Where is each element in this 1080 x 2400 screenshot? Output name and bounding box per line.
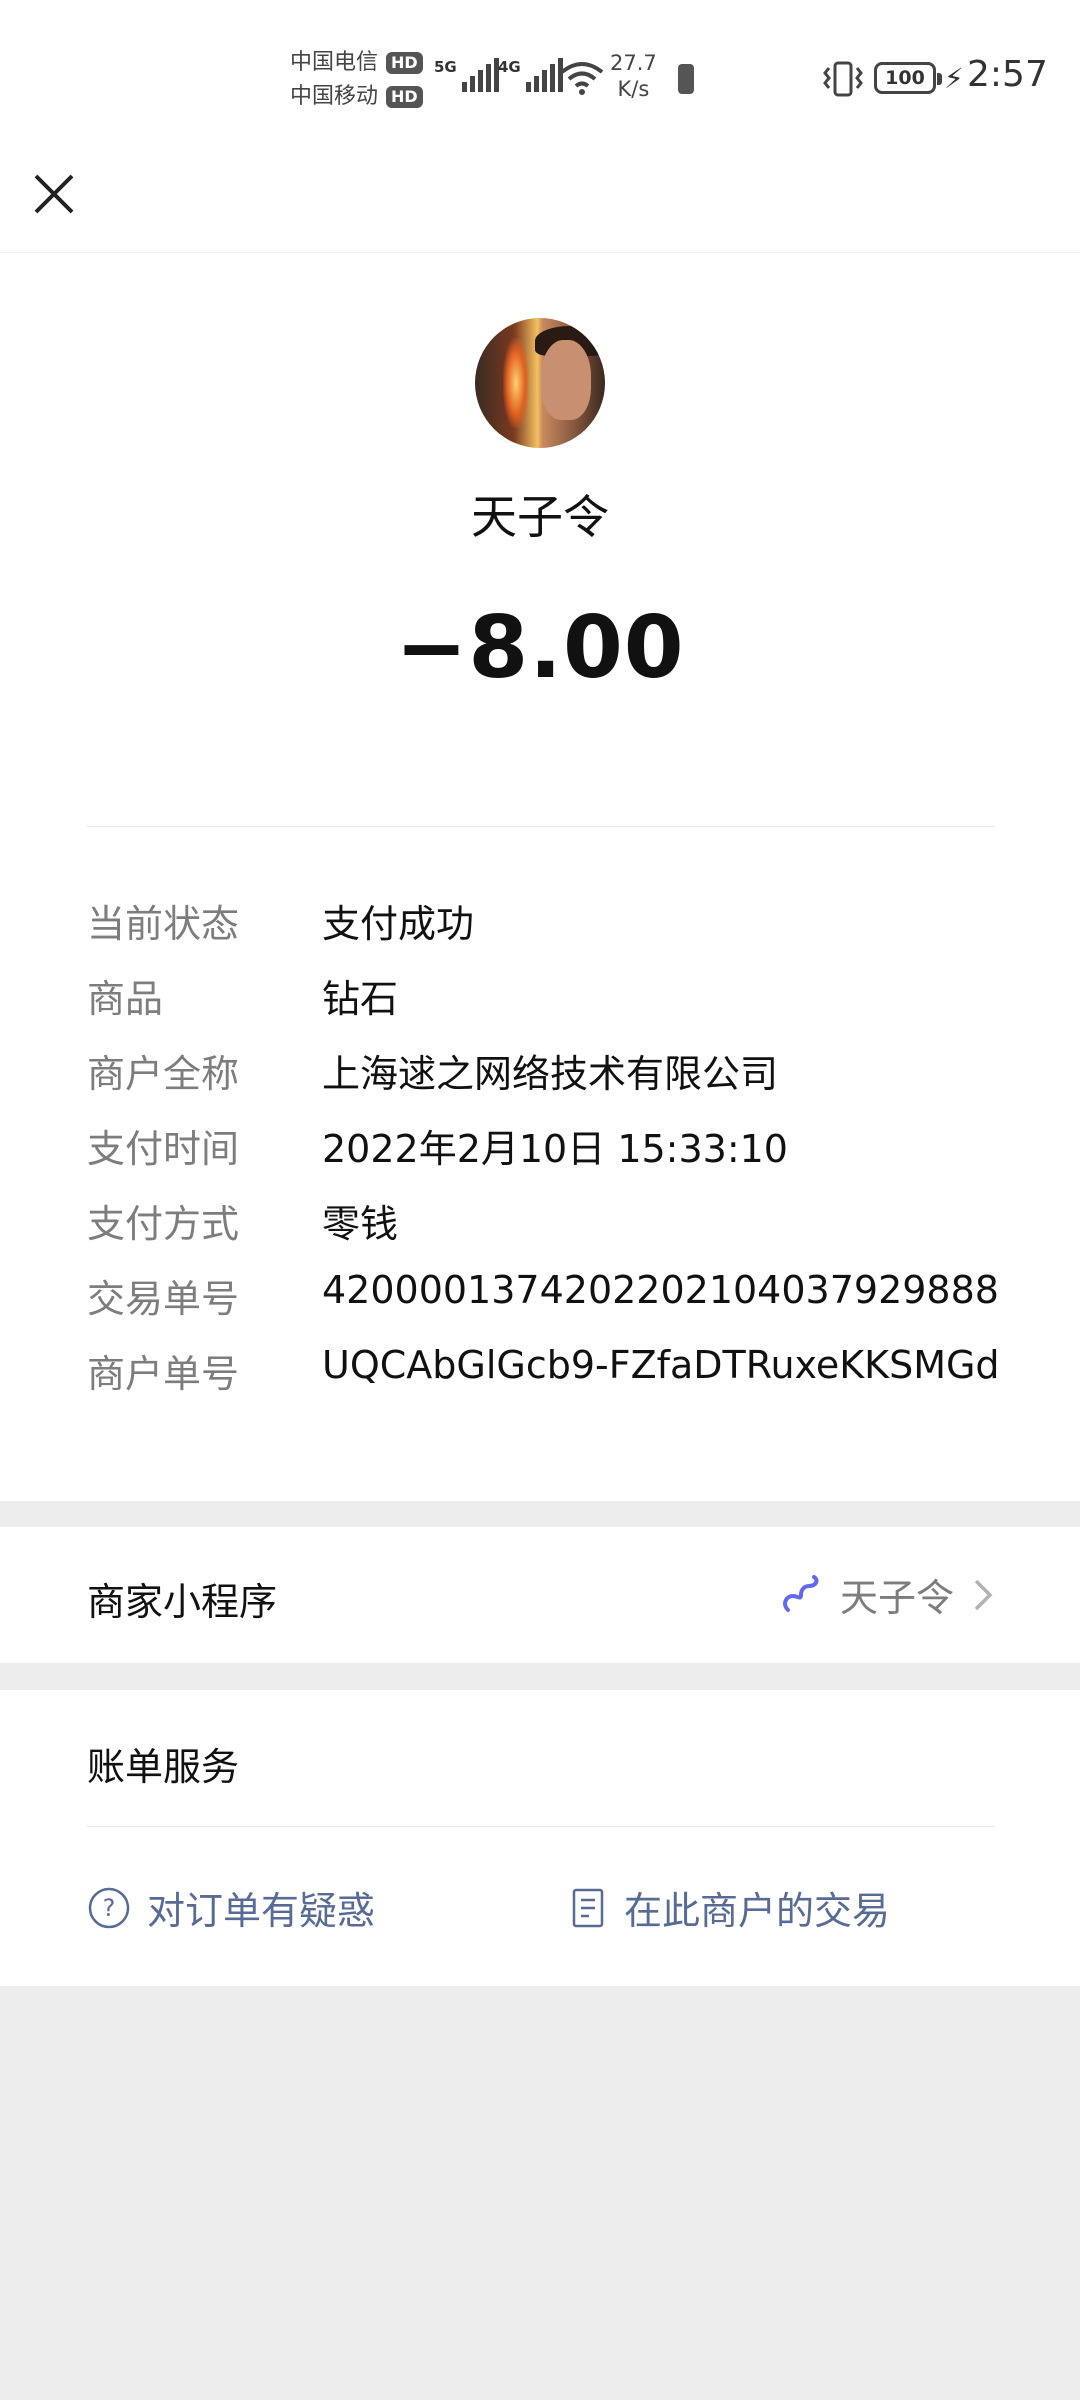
vibrate-icon [823, 61, 863, 97]
payment-amount: −8.00 [395, 598, 685, 698]
detail-label: 商户全称 [87, 1052, 240, 1096]
signal-4g-icon: 4G [498, 58, 563, 92]
svg-text:?: ? [103, 1894, 116, 1922]
sim-icon [678, 64, 694, 94]
status-bar: 中国电信 HD 中国移动 HD 5G 4G 27.7 K/s 100 ⚡ 2:5… [0, 0, 1080, 160]
detail-value: 支付成功 [322, 902, 475, 946]
bill-services-title: 账单服务 [87, 1745, 240, 1789]
detail-row-merchant-full-name: 商户全称 上海逑之网络技术有限公司 [87, 1043, 1047, 1118]
divider [87, 826, 994, 827]
detail-label: 支付时间 [87, 1127, 240, 1171]
detail-value: 上海逑之网络技术有限公司 [322, 1052, 779, 1096]
carrier-1-label: 中国电信 [290, 50, 379, 75]
mini-program-link[interactable]: 天子令 [780, 1567, 994, 1622]
payment-detail-card: 天子令 −8.00 当前状态 支付成功 商品 钻石 商户全称 上海逑之网络技术有… [0, 253, 1080, 1501]
merchant-mini-program-row[interactable]: 商家小程序 天子令 [0, 1527, 1080, 1663]
detail-list: 当前状态 支付成功 商品 钻石 商户全称 上海逑之网络技术有限公司 支付时间 2… [87, 893, 1047, 1418]
network-speed: 27.7 K/s [610, 50, 657, 102]
detail-row-merchant-order-id: 商户单号 UQCAbGlGcb9-FZfaDTRuxeKKSMGd [87, 1343, 1047, 1418]
merchant-transactions-link[interactable]: 在此商户的交易 [568, 1880, 890, 1935]
clock: 2:57 [967, 54, 1048, 95]
chevron-right-icon [974, 1579, 993, 1610]
detail-value: UQCAbGlGcb9-FZfaDTRuxeKKSMGd [322, 1343, 1000, 1387]
detail-row-transaction-id: 交易单号 4200001374202202104037929888 [87, 1268, 1047, 1343]
mini-program-name: 天子令 [839, 1576, 954, 1620]
detail-value: 零钱 [322, 1202, 399, 1246]
mini-program-label: 商家小程序 [87, 1580, 278, 1624]
document-icon [572, 1888, 604, 1927]
charging-icon: ⚡ [944, 62, 964, 95]
merchant-name: 天子令 [471, 490, 609, 544]
bill-services-section: 账单服务 ? 对订单有疑惑 在此商户的交易 [0, 1690, 1080, 1986]
network-type-5g: 5G [434, 58, 457, 76]
detail-label: 商品 [87, 977, 164, 1021]
detail-row-status: 当前状态 支付成功 [87, 893, 1047, 968]
order-question-label: 对订单有疑惑 [147, 1889, 376, 1933]
detail-row-payment-time: 支付时间 2022年2月10日 15:33:10 [87, 1118, 1047, 1193]
merchant-avatar [475, 318, 605, 448]
detail-value: 2022年2月10日 15:33:10 [322, 1127, 788, 1171]
detail-value: 4200001374202202104037929888 [322, 1268, 999, 1312]
merchant-transactions-label: 在此商户的交易 [624, 1889, 891, 1933]
carrier-2-label: 中国移动 [290, 84, 379, 109]
detail-label: 当前状态 [87, 902, 240, 946]
detail-label: 支付方式 [87, 1202, 240, 1246]
detail-label: 交易单号 [87, 1277, 240, 1321]
order-question-link[interactable]: ? 对订单有疑惑 [87, 1880, 375, 1935]
detail-row-payment-method: 支付方式 零钱 [87, 1193, 1047, 1268]
hd-badge: HD [386, 86, 423, 108]
detail-value: 钻石 [322, 977, 399, 1021]
speed-value: 27.7 [610, 51, 657, 75]
mini-program-link-icon [783, 1574, 819, 1612]
nav-bar [0, 160, 1080, 253]
detail-row-product: 商品 钻石 [87, 968, 1047, 1043]
detail-label: 商户单号 [87, 1352, 240, 1396]
carrier-info: 中国电信 HD 中国移动 HD [290, 46, 423, 114]
signal-5g-icon: 5G [434, 58, 499, 92]
speed-unit: K/s [617, 77, 650, 101]
battery-icon: 100 [874, 62, 942, 94]
divider [87, 1826, 994, 1827]
wifi-icon [560, 62, 604, 95]
hd-badge: HD [386, 52, 423, 74]
close-icon[interactable] [30, 170, 78, 218]
network-type-4g: 4G [498, 58, 521, 76]
question-circle-icon: ? [88, 1887, 130, 1928]
